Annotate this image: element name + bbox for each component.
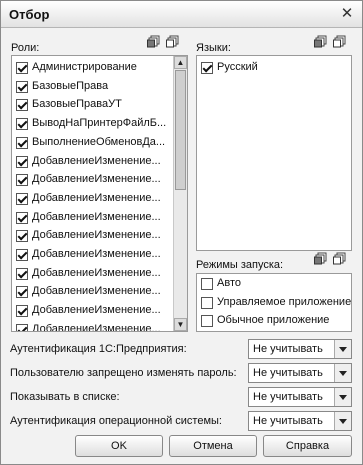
list-item-label: ДобавлениеИзменение... xyxy=(32,285,161,298)
list-item-label: Авто xyxy=(217,277,241,289)
list-item-label: ДобавлениеИзменение... xyxy=(32,191,161,204)
list-item[interactable]: Русский xyxy=(199,59,351,78)
list-item[interactable]: ДобавлениеИзменение... xyxy=(14,153,187,172)
list-item[interactable]: Администрирование xyxy=(14,59,187,78)
item-checkbox[interactable] xyxy=(16,267,28,280)
item-checkbox[interactable] xyxy=(201,315,213,327)
filter-select[interactable]: Не учитывать xyxy=(248,363,352,383)
list-item[interactable]: ДобавлениеИзменение... xyxy=(14,227,187,246)
list-item[interactable]: Обычное приложение xyxy=(199,312,351,331)
list-item-label: ДобавлениеИзменение... xyxy=(32,248,161,260)
filter-select-value: Не учитывать xyxy=(253,343,323,355)
filter-label: Аутентификация 1С:Предприятия: xyxy=(10,343,187,355)
list-item-label: ДобавлениеИзменение... xyxy=(32,229,161,242)
roles-list[interactable]: ▲ ▼ Администрирование БазовыеПрава Базовые… xyxy=(11,55,188,332)
uncheck-all-icon[interactable] xyxy=(333,35,347,48)
filter-label: Показывать в списке: xyxy=(10,391,120,403)
filter-select-value: Не учитывать xyxy=(253,391,323,403)
item-checkbox[interactable] xyxy=(16,249,28,261)
list-item[interactable]: ВыводНаПринтерФайлБ... xyxy=(14,115,187,134)
launch-modes-list[interactable]: Авто Управляемое приложение Обычное прилож… xyxy=(196,273,352,332)
cancel-button[interactable]: Отмена xyxy=(169,435,257,457)
check-all-icon[interactable] xyxy=(147,35,161,48)
filter-label: Аутентификация операционной системы: xyxy=(10,415,222,427)
chevron-down-icon[interactable] xyxy=(334,388,351,406)
filter-select-value: Не учитывать xyxy=(253,367,323,379)
list-item-label: Администрирование xyxy=(32,61,137,73)
list-item-label: БазовыеПрава xyxy=(32,79,109,92)
list-item-label: БазовыеПраваУТ xyxy=(32,98,122,111)
filter-label: Пользователю запрещено изменять пароль: xyxy=(10,367,237,379)
check-all-icon[interactable] xyxy=(314,252,328,265)
list-item-label: Обычное приложение xyxy=(217,314,330,326)
item-checkbox[interactable] xyxy=(16,230,28,243)
languages-list[interactable]: Русский xyxy=(196,55,352,251)
list-item[interactable]: БазовыеПраваУТ xyxy=(14,96,187,115)
item-checkbox[interactable] xyxy=(201,296,213,309)
item-checkbox[interactable] xyxy=(16,192,28,205)
list-item-label: ДобавлениеИзменение... xyxy=(32,173,161,186)
item-checkbox[interactable] xyxy=(201,62,213,74)
list-item[interactable]: ДобавлениеИзменение... xyxy=(14,302,187,321)
chevron-down-icon[interactable] xyxy=(334,412,351,430)
item-checkbox[interactable] xyxy=(16,99,28,112)
list-item[interactable]: Авто xyxy=(199,275,351,294)
title-bar: Отбор ✕ xyxy=(1,1,362,28)
list-item-label: ДобавлениеИзменение... xyxy=(32,304,161,317)
list-item[interactable]: Управляемое приложение xyxy=(199,294,352,313)
list-item[interactable]: ДобавлениеИзменение... xyxy=(14,171,187,190)
item-checkbox[interactable] xyxy=(16,80,28,93)
list-item-label: ВыполнениеОбменовДа... xyxy=(32,135,166,148)
item-checkbox[interactable] xyxy=(16,305,28,318)
list-item-label: ДобавлениеИзменение... xyxy=(32,154,161,167)
close-icon[interactable]: ✕ xyxy=(339,6,355,22)
list-item-label: Русский xyxy=(217,61,258,73)
help-button[interactable]: Справка xyxy=(263,435,352,457)
list-item[interactable]: ВыполнениеОбменовДа... xyxy=(14,134,187,153)
list-item-label: Управляемое приложение xyxy=(217,295,352,308)
list-item[interactable]: ДобавлениеИзменение... xyxy=(14,246,187,265)
item-checkbox[interactable] xyxy=(16,118,28,131)
filter-select-value: Не учитывать xyxy=(253,415,323,427)
list-item-label: ВыводНаПринтерФайлБ... xyxy=(32,117,167,130)
list-item-label: ДобавлениеИзменение... xyxy=(32,210,161,223)
item-checkbox[interactable] xyxy=(201,278,213,290)
list-item[interactable]: ДобавлениеИзменение... xyxy=(14,265,187,284)
list-item-label: ДобавлениеИзменение... xyxy=(32,266,161,279)
item-checkbox[interactable] xyxy=(16,323,28,331)
filter-dialog: Отбор ✕ Роли: ▲ ▼ Администрирование Базов… xyxy=(0,0,363,465)
dialog-title: Отбор xyxy=(9,7,50,22)
uncheck-all-icon[interactable] xyxy=(166,35,180,48)
item-checkbox[interactable] xyxy=(16,62,28,74)
filter-select[interactable]: Не учитывать xyxy=(248,387,352,407)
list-item[interactable]: ДобавлениеИзменение... xyxy=(14,209,187,228)
uncheck-all-icon[interactable] xyxy=(333,252,347,265)
roles-label: Роли: xyxy=(11,42,40,54)
filter-select[interactable]: Не учитывать xyxy=(248,339,352,359)
ok-button[interactable]: OK xyxy=(75,435,163,457)
list-item[interactable]: ДобавлениеИзменение... xyxy=(14,190,187,209)
languages-label: Языки: xyxy=(196,42,231,54)
list-item[interactable]: БазовыеПрава xyxy=(14,78,187,97)
item-checkbox[interactable] xyxy=(16,174,28,187)
check-all-icon[interactable] xyxy=(314,35,328,48)
chevron-down-icon[interactable] xyxy=(334,364,351,382)
list-item-label: ДобавлениеИзменение... xyxy=(32,322,161,332)
filter-select[interactable]: Не учитывать xyxy=(248,411,352,431)
chevron-down-icon[interactable] xyxy=(334,340,351,358)
item-checkbox[interactable] xyxy=(16,286,28,299)
launch-modes-label: Режимы запуска: xyxy=(196,259,284,271)
item-checkbox[interactable] xyxy=(16,211,28,224)
item-checkbox[interactable] xyxy=(16,136,28,149)
list-item[interactable]: ДобавлениеИзменение... xyxy=(14,283,187,302)
item-checkbox[interactable] xyxy=(16,155,28,168)
list-item[interactable]: ДобавлениеИзменение... xyxy=(14,321,187,332)
